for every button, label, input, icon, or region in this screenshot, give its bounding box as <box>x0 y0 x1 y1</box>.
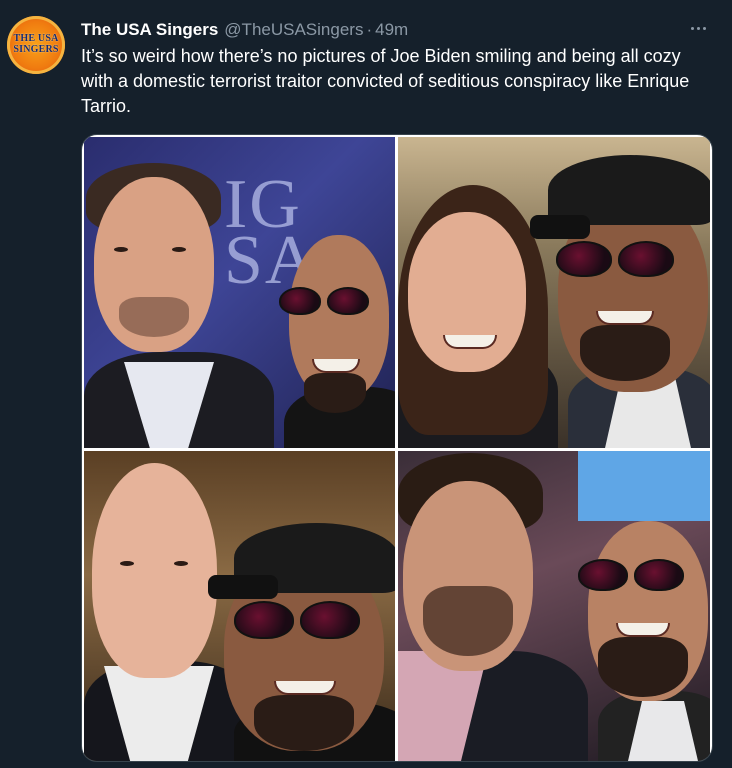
person-beard <box>254 695 354 751</box>
author-avatar[interactable]: THE USA SINGERS <box>7 16 65 74</box>
person-beard <box>580 325 670 381</box>
person-cap-brim <box>530 215 590 239</box>
tweet[interactable]: THE USA SINGERS The USA Singers @TheUSAS… <box>0 0 732 768</box>
sunglasses <box>578 559 684 591</box>
tweet-header: The USA Singers @TheUSASingers · 49m <box>81 19 408 41</box>
person-smile <box>596 311 654 325</box>
person-smile <box>616 623 670 637</box>
tweet-media-grid[interactable]: IG SA <box>81 134 713 762</box>
photo-bottom-right[interactable] <box>398 451 710 761</box>
background-screen <box>578 451 710 521</box>
sunglasses <box>279 287 369 315</box>
sunglasses <box>556 241 674 277</box>
more-horizontal-icon[interactable] <box>686 16 710 40</box>
person-smile <box>274 681 336 695</box>
person-smile <box>312 359 360 373</box>
person-eye <box>172 247 186 252</box>
person-smile <box>443 335 497 349</box>
photo-top-right[interactable] <box>398 137 710 448</box>
photo-bottom-left[interactable] <box>84 451 395 761</box>
person-eye <box>114 247 128 252</box>
person-beard <box>598 637 688 697</box>
avatar-logo-text: THE USA SINGERS <box>13 33 59 55</box>
tweet-timestamp[interactable]: 49m <box>375 20 408 40</box>
person-beard <box>119 297 189 337</box>
person-face <box>92 463 217 678</box>
author-display-name[interactable]: The USA Singers <box>81 20 218 40</box>
photo-top-left[interactable]: IG SA <box>84 137 395 448</box>
sunglasses <box>234 601 360 639</box>
person-eye <box>120 561 134 566</box>
tweet-text: It’s so weird how there’s no pictures of… <box>81 46 690 116</box>
person-eye <box>174 561 188 566</box>
header-separator: · <box>366 20 373 39</box>
person-cap-brim <box>208 575 278 599</box>
person-beard <box>423 586 513 656</box>
author-handle[interactable]: @TheUSASingers <box>224 20 363 40</box>
person-beard <box>304 373 366 413</box>
